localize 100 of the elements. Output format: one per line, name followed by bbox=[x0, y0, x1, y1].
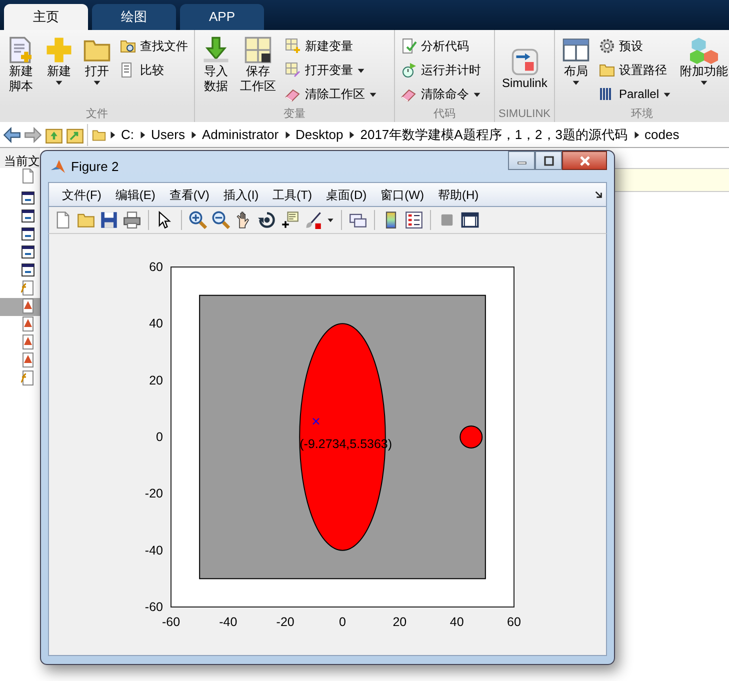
ribbon-button[interactable]: Parallel bbox=[597, 82, 674, 106]
chevron-icon bbox=[139, 130, 146, 140]
breadcrumb-link[interactable]: C: bbox=[119, 124, 136, 144]
app-file-icon bbox=[20, 244, 36, 260]
breadcrumb-link[interactable]: codes bbox=[642, 124, 682, 144]
zoom-out-icon bbox=[212, 211, 230, 229]
ribbon-button[interactable]: 附加功能 bbox=[677, 34, 729, 107]
x-tick-label: -40 bbox=[219, 615, 238, 629]
toolbar-button[interactable] bbox=[304, 211, 322, 229]
ribbon-tab[interactable]: 绘图 bbox=[92, 4, 176, 30]
menu-item[interactable]: 桌面(D) bbox=[318, 186, 374, 204]
toolbar-button[interactable] bbox=[327, 217, 334, 223]
open-folder-icon bbox=[77, 211, 95, 229]
grid-save-icon bbox=[244, 36, 272, 64]
y-tick-label: 20 bbox=[149, 373, 163, 388]
panel-title: 当前文 bbox=[0, 148, 40, 168]
grid-pencil-icon bbox=[285, 62, 301, 78]
ribbon-button[interactable]: 新建 脚本 bbox=[4, 34, 38, 107]
app-file-icon bbox=[20, 262, 36, 278]
toolbar-button[interactable] bbox=[212, 211, 230, 229]
ribbon-button[interactable]: 清除工作区 bbox=[283, 82, 379, 106]
layout-grid-icon bbox=[562, 36, 590, 64]
menu-item[interactable]: 文件(F) bbox=[55, 186, 108, 204]
new-file-icon bbox=[54, 211, 72, 229]
chevron-icon bbox=[190, 130, 197, 140]
folder-search-icon bbox=[120, 38, 136, 54]
group-label: 文件 bbox=[0, 107, 194, 122]
zoom-in-icon bbox=[189, 211, 207, 229]
toolbar-button[interactable] bbox=[100, 211, 118, 229]
x-tick-label: -60 bbox=[162, 615, 180, 629]
toolbar-button[interactable] bbox=[461, 211, 479, 229]
ribbon-tab[interactable]: APP bbox=[180, 4, 264, 30]
chevron-icon bbox=[109, 130, 116, 140]
cubes-icon bbox=[690, 36, 718, 64]
close-button[interactable] bbox=[562, 151, 607, 170]
chevron-icon bbox=[284, 130, 291, 140]
breadcrumb-link[interactable]: Administrator bbox=[200, 124, 281, 144]
menu-item[interactable]: 工具(T) bbox=[266, 186, 319, 204]
y-tick-label: -60 bbox=[144, 600, 163, 614]
cross-marker bbox=[312, 418, 320, 425]
toolbar-button[interactable] bbox=[123, 211, 141, 229]
ribbon-button[interactable]: 分析代码 bbox=[399, 34, 483, 58]
ribbon-button[interactable]: 预设 bbox=[597, 34, 674, 58]
forward-arrow-icon bbox=[24, 126, 42, 144]
toolbar-button[interactable] bbox=[258, 211, 276, 229]
save-icon bbox=[100, 211, 118, 229]
ribbon-button[interactable]: 保存 工作区 bbox=[237, 34, 279, 107]
breadcrumb-link[interactable]: Desktop bbox=[294, 124, 346, 144]
download-arrow-icon bbox=[202, 36, 230, 64]
nav-button[interactable] bbox=[3, 126, 21, 144]
app-file-icon bbox=[20, 208, 36, 224]
ribbon-button[interactable]: 比较 bbox=[118, 58, 190, 82]
toolbar-button[interactable] bbox=[349, 211, 367, 229]
y-tick-label: 40 bbox=[149, 316, 163, 331]
group-label: SIMULINK bbox=[495, 107, 554, 122]
x-tick-label: 20 bbox=[392, 615, 407, 629]
function-file-icon bbox=[20, 370, 36, 386]
toolbar-button[interactable] bbox=[189, 211, 207, 229]
y-tick-label: 0 bbox=[156, 430, 163, 444]
ribbon-button[interactable]: 打开变量 bbox=[283, 58, 379, 82]
ribbon-button[interactable]: 打开 bbox=[80, 34, 114, 107]
dock-arrow-icon bbox=[594, 190, 603, 199]
breadcrumb-link[interactable]: 2017年数学建模A题程序，1，2，3题的源代码 bbox=[358, 124, 630, 144]
maximize-button[interactable] bbox=[535, 151, 562, 170]
ribbon-button[interactable]: 运行并计时 bbox=[399, 58, 483, 82]
ribbon-button[interactable]: 导入 数据 bbox=[199, 34, 233, 107]
caret-icon bbox=[327, 217, 334, 223]
x-tick-label: 0 bbox=[339, 615, 346, 629]
matlab-logo-icon bbox=[50, 158, 66, 174]
menu-item[interactable]: 插入(I) bbox=[216, 186, 266, 204]
ribbon-button[interactable]: 新建变量 bbox=[283, 34, 379, 58]
ribbon-button[interactable]: 查找文件 bbox=[118, 34, 190, 58]
ribbon-button[interactable]: 清除命令 bbox=[399, 82, 483, 106]
rotate-icon bbox=[258, 211, 276, 229]
menu-item[interactable]: 查看(V) bbox=[162, 186, 216, 204]
toolbar-button[interactable] bbox=[281, 211, 299, 229]
paintbrush-icon bbox=[304, 211, 322, 229]
ribbon-tab[interactable]: 主页 bbox=[4, 4, 88, 30]
menu-item[interactable]: 窗口(W) bbox=[374, 186, 431, 204]
menu-item[interactable]: 帮助(H) bbox=[430, 186, 486, 204]
menu-item[interactable]: 编辑(E) bbox=[108, 186, 162, 204]
x-tick-label: 60 bbox=[507, 615, 521, 629]
linked-windows-icon bbox=[349, 211, 367, 229]
function-file-icon bbox=[20, 280, 36, 296]
settings-icon bbox=[599, 38, 615, 54]
data-tip-icon bbox=[281, 211, 299, 229]
maximize-icon bbox=[542, 156, 554, 166]
dock-button[interactable] bbox=[594, 190, 603, 199]
document-check-icon bbox=[401, 38, 417, 54]
block-diagram-icon bbox=[510, 48, 539, 76]
toolbar-button[interactable] bbox=[405, 211, 423, 229]
ribbon-button[interactable]: Simulink bbox=[499, 34, 550, 107]
ribbon-button[interactable]: 布局 bbox=[559, 34, 593, 107]
breadcrumb-link[interactable]: Users bbox=[149, 124, 187, 144]
script-file-icon bbox=[20, 298, 36, 314]
nav-button[interactable] bbox=[24, 126, 42, 144]
y-tick-label: -40 bbox=[144, 543, 163, 558]
plus-icon bbox=[45, 36, 73, 64]
ribbon-button[interactable]: 新建 bbox=[42, 34, 76, 107]
ribbon-button[interactable]: 设置路径 bbox=[597, 58, 674, 82]
